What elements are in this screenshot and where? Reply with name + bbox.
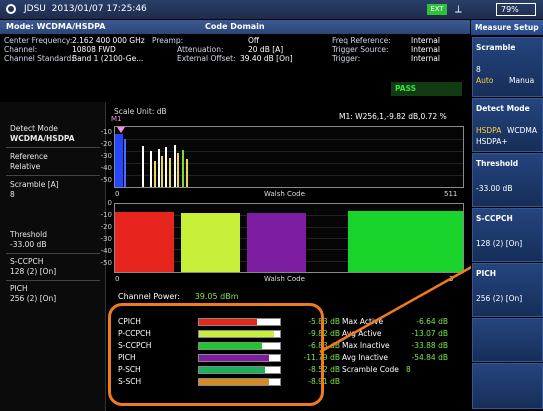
- pointer-arrow: [319, 226, 542, 354]
- measure-setup-menu: Measure Setup Scramble 8 Auto Manua Dete…: [471, 20, 543, 411]
- detect-option-hsdpa: HSDPA: [476, 126, 502, 135]
- pich-button[interactable]: PICH 256 (2) [On]: [472, 263, 543, 317]
- menu-header: Measure Setup: [471, 20, 543, 35]
- analyzer-screen: JDSU 2013/01/07 17:25:46 EXT ⟂ 79% Mode:…: [0, 0, 543, 411]
- empty-menu-button[interactable]: [472, 318, 543, 362]
- scramble-button-title: Scramble: [476, 43, 516, 52]
- scramble-button[interactable]: Scramble 8 Auto Manua: [472, 37, 543, 97]
- pich-title: PICH: [476, 269, 497, 278]
- pich-button-value: 256 (2) [On]: [476, 294, 523, 303]
- detect-option-wcdma: WCDMA: [507, 126, 538, 135]
- empty-menu-button[interactable]: [472, 363, 543, 409]
- scramble-button-value: 8: [476, 65, 481, 74]
- threshold-button[interactable]: Threshold -33.00 dB: [472, 153, 543, 207]
- scramble-manual-option: Manua: [509, 76, 535, 85]
- detect-mode-button[interactable]: Detect Mode HSDPA WCDMA HSDPA+: [472, 98, 543, 152]
- threshold-title: Threshold: [476, 159, 519, 168]
- sccpch-button-value: 128 (2) [On]: [476, 239, 523, 248]
- sccpch-title: S-CCPCH: [476, 214, 513, 223]
- threshold-button-value: -33.00 dB: [476, 184, 513, 193]
- detect-option-hsdpa-plus: HSDPA+: [476, 137, 508, 146]
- sccpch-button[interactable]: S-CCPCH 128 (2) [On]: [472, 208, 543, 262]
- scramble-auto-option: Auto: [476, 76, 494, 85]
- detect-mode-title: Detect Mode: [476, 104, 530, 113]
